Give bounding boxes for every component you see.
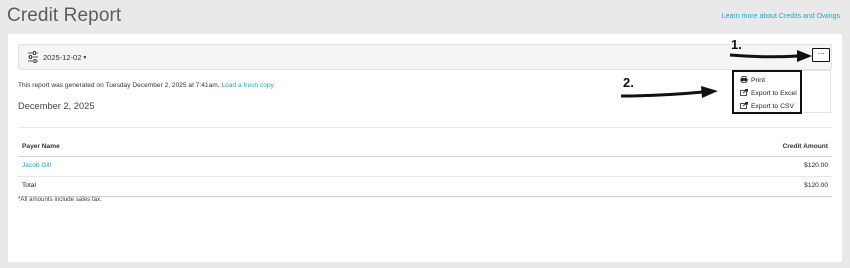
table-header-row: Payer Name Credit Amount <box>18 138 832 157</box>
credit-amount: $120.00 <box>804 162 828 169</box>
caret-down-icon: ▼ <box>82 55 88 61</box>
date-selector[interactable]: 2025-12-02▼ <box>43 53 87 62</box>
column-header-amount: Credit Amount <box>782 143 828 150</box>
menu-item-label: Export to CSV <box>751 103 795 110</box>
report-date-heading: December 2, 2025 <box>18 101 95 111</box>
menu-item-export-excel[interactable]: Export to Excel <box>740 89 797 97</box>
report-card: 2025-12-02▼ ··· This report was generate… <box>8 34 842 262</box>
page-title: Credit Report <box>7 5 122 26</box>
annotation-step-2: 2. <box>623 75 634 90</box>
load-fresh-copy-link[interactable]: Load a fresh copy <box>221 82 273 89</box>
printer-icon <box>740 76 748 83</box>
menu-item-label: Print <box>751 77 765 84</box>
sliders-icon[interactable] <box>26 50 40 64</box>
divider <box>18 127 832 128</box>
menu-item-export-csv[interactable]: Export to CSV <box>740 102 794 110</box>
column-header-payer: Payer Name <box>22 143 60 150</box>
credit-table: Payer Name Credit Amount Jacob Gill $120… <box>18 138 832 197</box>
options-dropdown-menu: Print Export to Excel Export to CSV <box>732 70 802 114</box>
payer-link[interactable]: Jacob Gill <box>22 162 51 169</box>
generated-text: This report was generated on Tuesday Dec… <box>18 82 220 89</box>
report-toolbar: 2025-12-02▼ ··· <box>18 44 832 70</box>
table-row: Jacob Gill $120.00 <box>18 157 832 177</box>
date-value: 2025-12-02 <box>43 53 82 62</box>
dropdown-shadow-panel <box>803 70 831 113</box>
table-total-row: Total $120.00 <box>18 177 832 197</box>
total-amount: $120.00 <box>804 182 828 189</box>
menu-item-print[interactable]: Print <box>740 76 765 84</box>
report-info-line: This report was generated on Tuesday Dec… <box>18 82 274 89</box>
footnote: *All amounts include sales tax. <box>18 196 102 203</box>
annotation-step-1: 1. <box>731 37 742 52</box>
total-label: Total <box>22 182 36 189</box>
export-icon <box>740 102 748 109</box>
menu-item-label: Export to Excel <box>751 90 797 97</box>
export-icon <box>740 89 748 96</box>
learn-more-link[interactable]: Learn more about Credits and Owings <box>722 13 840 20</box>
more-options-button[interactable]: ··· <box>812 48 830 62</box>
